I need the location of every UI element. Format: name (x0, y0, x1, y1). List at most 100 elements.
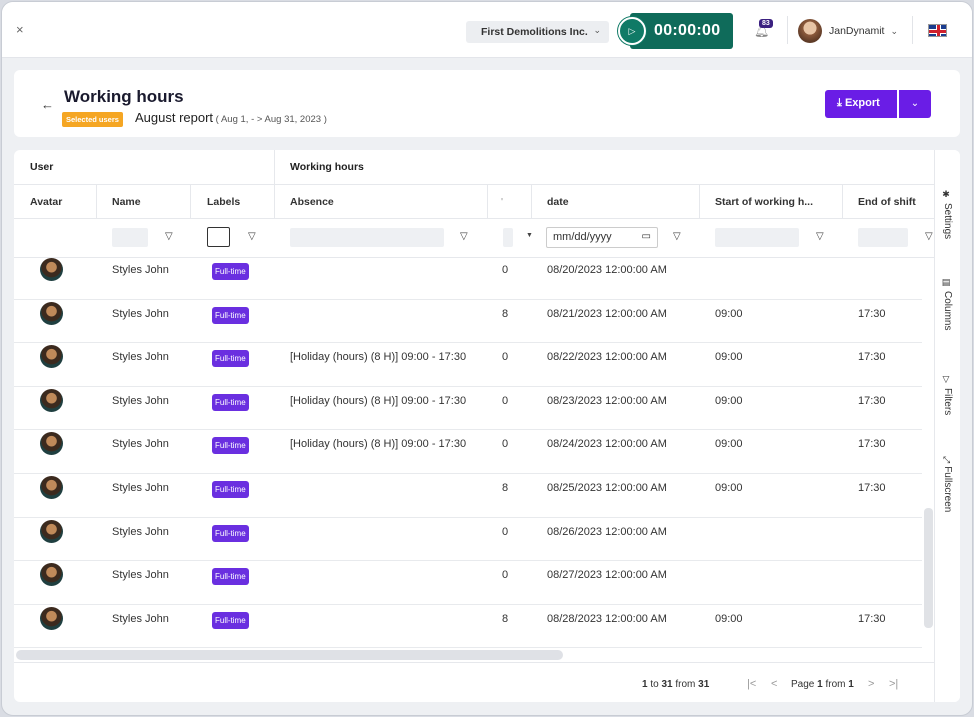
avatar (40, 519, 63, 543)
header-labels[interactable]: Labels (207, 196, 240, 208)
filter-icon[interactable]: ▽ (460, 231, 468, 242)
hours-cell: 0 (502, 351, 509, 364)
header-hours[interactable]: ' (501, 196, 503, 208)
start-cell: 09:00 (715, 307, 743, 320)
company-selector[interactable]: First Demolitions Inc. ⌄ (466, 21, 609, 43)
label-tag: Full-time (212, 263, 249, 280)
columns-label: Columns (942, 291, 953, 331)
filter-icon[interactable]: ▽ (673, 231, 681, 242)
name-filter-input[interactable] (112, 228, 148, 247)
table-row[interactable]: Styles John Full-time 0 08/20/2023 12:00:00… (14, 258, 922, 300)
username: JanDynamit (829, 25, 885, 37)
filter-icon[interactable]: ▽ (165, 231, 173, 242)
user-avatar[interactable] (798, 19, 822, 43)
group-user: User (30, 161, 54, 173)
table-row[interactable]: Styles John Full-time 8 08/28/2023 12:00:00… (14, 605, 922, 649)
export-button[interactable]: ⤓ Export (825, 90, 897, 118)
notification-badge: 83 (759, 19, 773, 28)
settings-label: Settings (942, 203, 953, 240)
table-row[interactable]: Styles John Full-time [Holiday (hours) (8 … (14, 387, 922, 431)
end-cell: 17:30 (858, 612, 886, 625)
table-row[interactable]: Styles John Full-time [Holiday (hours) (8 … (14, 430, 922, 474)
download-icon: ⤓ (837, 97, 842, 109)
header-absence[interactable]: Absence (290, 196, 334, 208)
user-menu[interactable]: JanDynamit ⌄ (829, 25, 898, 37)
chevron-down-icon: ⌄ (910, 98, 920, 109)
header-name[interactable]: Name (112, 196, 141, 208)
row-total: 31 (698, 679, 710, 690)
filters-tab[interactable]: ▽ Filters (942, 375, 953, 415)
prev-page-icon[interactable]: < (771, 678, 777, 690)
report-range: ( Aug 1, - > Aug 31, 2023 ) (213, 114, 327, 125)
header-start[interactable]: Start of working h... (715, 196, 813, 208)
row-to: 31 (661, 679, 673, 690)
report-name: August report ( Aug 1, - > Aug 31, 2023 … (135, 110, 327, 125)
settings-tab[interactable]: ✱ Settings (942, 190, 953, 239)
hours-cell: 8 (502, 612, 509, 625)
divider (787, 16, 788, 44)
close-icon[interactable]: × (16, 22, 24, 37)
table-row[interactable]: Styles John Full-time 0 08/27/2023 12:00:00… (14, 561, 922, 605)
fullscreen-tab[interactable]: ⤢ Fullscreen (942, 456, 953, 512)
table-row[interactable]: Styles John Full-time [Holiday (hours) (8 … (14, 343, 922, 387)
last-page-icon[interactable]: >| (889, 678, 898, 690)
label-tag: Full-time (212, 350, 249, 368)
columns-tab[interactable]: ▤ Columns (942, 278, 953, 330)
filter-icon: ▽ (942, 375, 952, 385)
export-dropdown-button[interactable]: ⌄ (899, 90, 931, 118)
filter-icon[interactable]: ▽ (816, 231, 824, 242)
name-cell: Styles John (112, 394, 169, 407)
end-cell: 17:30 (858, 482, 886, 494)
gear-icon: ✱ (942, 190, 952, 200)
filter-icon[interactable]: ▽ (925, 231, 933, 242)
hours-cell: 0 (502, 569, 509, 582)
end-filter-input[interactable] (858, 228, 908, 247)
column-group-row: User Working hours (14, 150, 934, 185)
next-page-icon[interactable]: > (868, 678, 874, 690)
divider (96, 185, 97, 219)
app-window: × First Demolitions Inc. ⌄ ▷ 00:00:00 🔔︎… (1, 1, 973, 716)
page-word: Page (791, 679, 818, 690)
start-cell: 09:00 (715, 351, 743, 364)
filter-icon[interactable]: ▽ (248, 231, 256, 242)
table-row[interactable]: Styles John Full-time 0 08/26/2023 12:00:00… (14, 518, 922, 562)
header-date[interactable]: date (547, 196, 569, 208)
side-tool-panel: ✱ Settings ▤ Columns ▽ Filters ⤢ Fullscreen (934, 150, 960, 702)
selected-users-badge: Selected users (62, 112, 123, 127)
end-cell: 17:30 (858, 307, 886, 320)
filter-icon[interactable]: ▼ (526, 232, 533, 239)
hours-cell: 0 (502, 525, 509, 538)
page-title: Working hours (64, 87, 184, 106)
calendar-icon[interactable]: ▭ (642, 231, 651, 242)
back-arrow-icon[interactable]: ← (41, 97, 54, 112)
start-cell: 09:00 (715, 394, 743, 407)
start-filter-input[interactable] (715, 228, 799, 247)
play-icon[interactable]: ▷ (618, 17, 646, 45)
first-page-icon[interactable]: |< (747, 678, 756, 690)
absence-filter-input[interactable] (290, 228, 444, 247)
label-tag: Full-time (212, 524, 249, 542)
name-cell: Styles John (112, 482, 169, 494)
avatar (40, 563, 63, 587)
divider (487, 185, 488, 219)
table-row[interactable]: Styles John Full-time 8 08/25/2023 12:00:00… (14, 474, 922, 518)
table-row[interactable]: Styles John Full-time 8 08/21/2023 12:00:00… (14, 300, 922, 344)
date-filter-input[interactable]: mm/dd/yyyy ▭ (546, 227, 658, 248)
hours-filter-input[interactable] (503, 228, 513, 247)
horizontal-scrollbar[interactable] (16, 650, 563, 660)
avatar (40, 476, 63, 499)
start-cell: 09:00 (715, 438, 743, 451)
start-cell: 09:00 (715, 482, 743, 494)
language-flag-icon[interactable] (928, 24, 947, 37)
absence-cell: [Holiday (hours) (8 H)] 09:00 - 17:30 (290, 438, 467, 451)
hours-cell: 0 (502, 438, 509, 451)
header-end[interactable]: End of shift (858, 196, 916, 208)
labels-filter-checkbox[interactable] (207, 227, 230, 247)
end-cell: 17:30 (858, 351, 886, 364)
row-count: 1 to 31 from 31 (642, 679, 709, 690)
end-cell: 17:30 (858, 394, 886, 407)
vertical-scrollbar[interactable] (924, 508, 933, 628)
header-avatar[interactable]: Avatar (30, 196, 62, 208)
avatar (40, 606, 63, 630)
label-tag: Full-time (212, 393, 249, 411)
